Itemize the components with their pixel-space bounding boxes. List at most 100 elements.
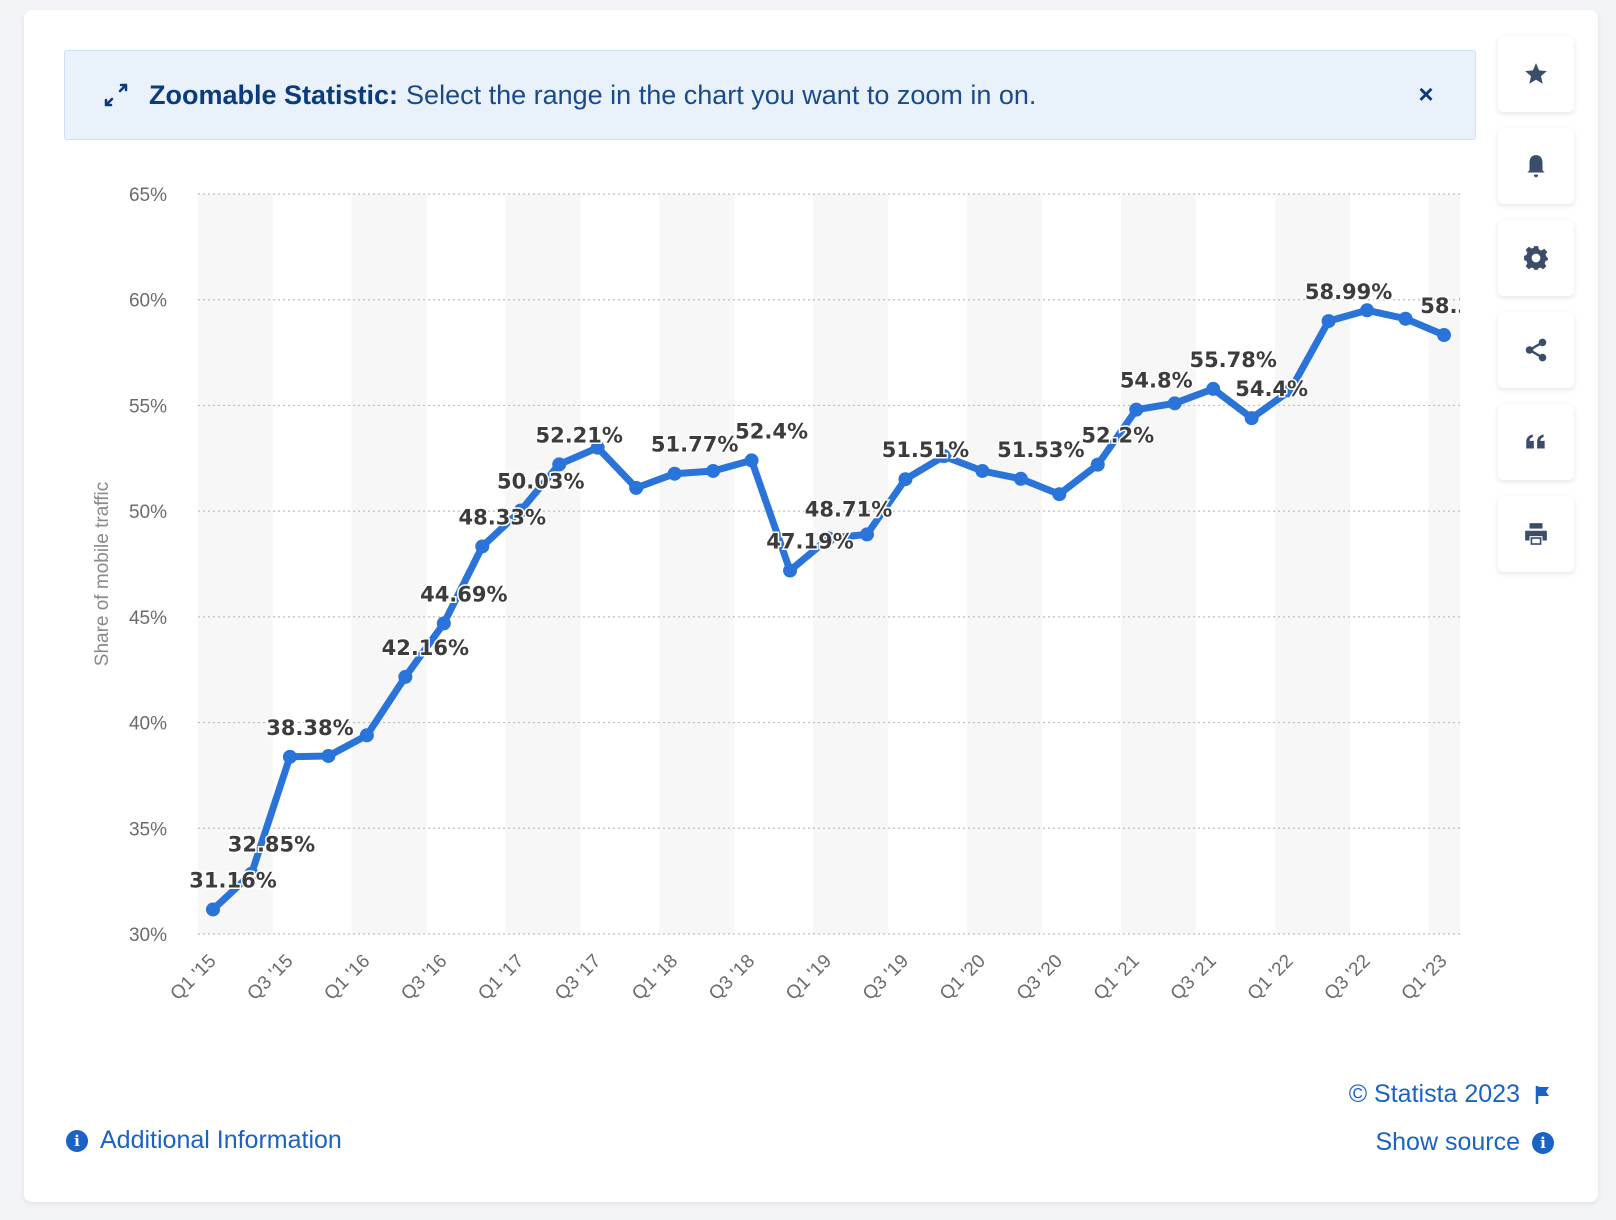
data-label: 44.69% bbox=[420, 582, 507, 606]
notifications-button[interactable] bbox=[1498, 128, 1574, 204]
share-icon bbox=[1525, 338, 1547, 362]
data-label: 51.53% bbox=[997, 438, 1084, 462]
data-label: 42.16% bbox=[382, 636, 469, 660]
x-tick-label: Q1 '18 bbox=[628, 951, 682, 1005]
background-band bbox=[1274, 194, 1350, 934]
print-button[interactable] bbox=[1498, 496, 1574, 572]
data-point bbox=[1360, 303, 1375, 318]
y-tick-label: 55% bbox=[129, 396, 167, 417]
share-button[interactable] bbox=[1498, 312, 1574, 388]
y-tick-label: 35% bbox=[129, 819, 167, 840]
line-chart[interactable]: 30% 35% 40% 45% 50% 55% 60% 65% Share of mobile… bbox=[0, 0, 1460, 1060]
x-tick-label: Q1 '15 bbox=[167, 951, 221, 1005]
data-point bbox=[629, 480, 644, 495]
background-band bbox=[351, 194, 427, 934]
copyright-label[interactable]: © Statista 2023 bbox=[1349, 1080, 1520, 1109]
background-band bbox=[813, 194, 889, 934]
x-tick-label: Q3 '16 bbox=[397, 951, 451, 1005]
data-point bbox=[359, 728, 374, 743]
data-label: 58.99% bbox=[1305, 280, 1392, 304]
data-point bbox=[321, 748, 336, 763]
background-band bbox=[1121, 194, 1196, 934]
background-band bbox=[197, 194, 273, 934]
x-tick-label: Q3 '20 bbox=[1013, 951, 1067, 1005]
data-label: 51.77% bbox=[651, 433, 738, 457]
settings-button[interactable] bbox=[1498, 220, 1574, 296]
info-icon: i bbox=[1532, 1131, 1554, 1154]
x-tick-label: Q3 '15 bbox=[243, 951, 297, 1005]
flag-icon[interactable] bbox=[1534, 1085, 1552, 1105]
data-point bbox=[1437, 328, 1451, 343]
data-label: 55.78% bbox=[1189, 348, 1276, 372]
data-point bbox=[667, 466, 682, 481]
data-label: 52.2% bbox=[1081, 424, 1154, 448]
data-label: 52.4% bbox=[735, 419, 808, 443]
data-point bbox=[1398, 311, 1413, 326]
copyright: © Statista 2023 bbox=[1349, 1080, 1552, 1109]
show-source-link[interactable]: Show source i bbox=[1375, 1128, 1554, 1157]
bell-icon bbox=[1527, 155, 1545, 178]
data-point bbox=[1321, 314, 1336, 329]
x-tick-label: Q1 '23 bbox=[1398, 951, 1452, 1005]
data-point bbox=[975, 463, 990, 478]
y-tick-label: 60% bbox=[129, 291, 167, 312]
x-tick-label: Q3 '19 bbox=[859, 951, 913, 1005]
x-tick-label: Q1 '17 bbox=[474, 951, 528, 1005]
data-point bbox=[1206, 381, 1221, 396]
x-tick-label: Q3 '21 bbox=[1167, 951, 1221, 1005]
background-band bbox=[967, 194, 1043, 934]
data-label: 52.21% bbox=[535, 423, 622, 447]
favorite-button[interactable] bbox=[1498, 36, 1574, 112]
data-point bbox=[1090, 457, 1105, 472]
data-point bbox=[1013, 471, 1028, 486]
x-tick-label: Q1 '21 bbox=[1090, 951, 1144, 1005]
data-label: 31.16% bbox=[189, 868, 276, 892]
data-point bbox=[783, 563, 798, 578]
data-label: 54.4% bbox=[1235, 377, 1308, 401]
additional-information-link[interactable]: i Additional Information bbox=[66, 1126, 342, 1155]
x-tick-label: Q1 '22 bbox=[1244, 951, 1298, 1005]
y-tick-label: 40% bbox=[129, 714, 167, 735]
x-tick-label: Q1 '19 bbox=[782, 951, 836, 1005]
cite-button[interactable] bbox=[1498, 404, 1574, 480]
y-axis-title: Share of mobile traffic bbox=[92, 482, 113, 666]
background-band bbox=[505, 194, 581, 934]
star-icon bbox=[1525, 63, 1547, 84]
gear-icon bbox=[1524, 246, 1548, 270]
x-tick-label: Q1 '16 bbox=[320, 951, 374, 1005]
x-tick-label: Q1 '20 bbox=[936, 951, 990, 1005]
data-point bbox=[436, 616, 451, 631]
y-tick-label: 65% bbox=[129, 185, 167, 206]
data-point bbox=[1244, 411, 1259, 426]
data-label: 38.38% bbox=[266, 716, 353, 740]
data-point bbox=[282, 749, 297, 764]
data-point bbox=[1129, 402, 1144, 417]
data-point bbox=[898, 472, 913, 487]
info-icon: i bbox=[66, 1129, 88, 1152]
show-source-label: Show source bbox=[1375, 1128, 1520, 1156]
data-point bbox=[706, 463, 721, 478]
x-tick-label: Q3 '18 bbox=[705, 951, 759, 1005]
x-tick-label: Q3 '17 bbox=[551, 951, 605, 1005]
data-point bbox=[1052, 487, 1067, 502]
y-tick-label: 45% bbox=[129, 608, 167, 629]
data-point bbox=[744, 453, 759, 468]
side-toolbar bbox=[1498, 36, 1574, 588]
data-label: 50.03% bbox=[497, 470, 584, 494]
x-tick-label: Q3 '22 bbox=[1321, 951, 1375, 1005]
data-label: 48.33% bbox=[459, 505, 546, 529]
data-label: 51.51% bbox=[882, 438, 969, 462]
additional-information-label: Additional Information bbox=[100, 1126, 342, 1154]
data-label: 48.71% bbox=[805, 497, 892, 521]
quote-icon bbox=[1526, 434, 1545, 449]
data-point bbox=[398, 669, 413, 684]
data-point bbox=[1167, 396, 1182, 411]
data-label: 32.85% bbox=[228, 833, 315, 857]
data-point bbox=[206, 902, 220, 917]
data-point bbox=[475, 539, 490, 554]
y-tick-label: 50% bbox=[129, 502, 167, 523]
data-point bbox=[859, 527, 874, 542]
data-label: 47.19% bbox=[766, 530, 853, 554]
data-label: 54.8% bbox=[1120, 369, 1193, 393]
background-band bbox=[659, 194, 735, 934]
